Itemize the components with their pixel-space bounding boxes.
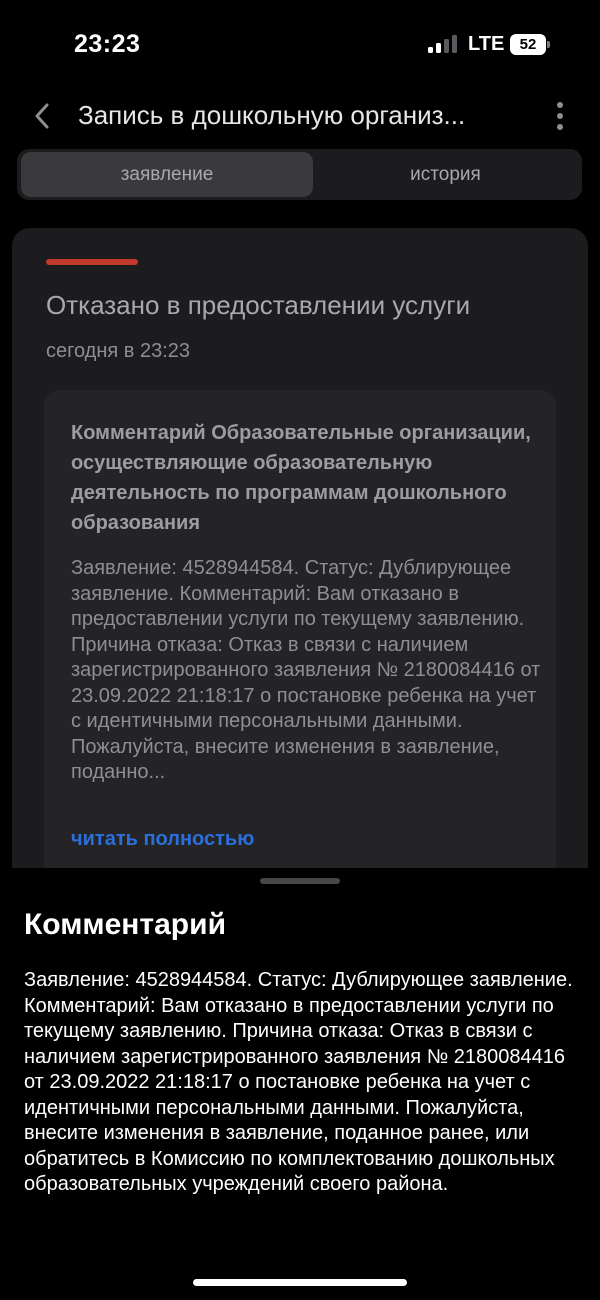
tab-history[interactable]: история bbox=[313, 152, 578, 197]
battery-icon: 52 bbox=[510, 34, 550, 55]
sheet-grabber[interactable] bbox=[260, 878, 340, 884]
home-indicator[interactable] bbox=[193, 1279, 407, 1286]
nav-bar: Запись в дошкольную организ... bbox=[0, 90, 600, 146]
more-vertical-icon bbox=[557, 102, 563, 108]
signal-icon bbox=[428, 35, 458, 53]
comment-preview: Заявление: 4528944584. Статус: Дублирующ… bbox=[71, 557, 541, 783]
page-title: Запись в дошкольную организ... bbox=[78, 100, 466, 130]
chevron-left-icon bbox=[35, 103, 49, 129]
battery-level: 52 bbox=[510, 34, 546, 55]
status-indicator bbox=[46, 259, 138, 265]
read-more-link[interactable]: читать полностью bbox=[71, 828, 254, 851]
tab-bar: заявление история bbox=[17, 149, 582, 200]
comment-heading: Комментарий Образовательные организации,… bbox=[71, 422, 531, 534]
more-button[interactable] bbox=[546, 98, 574, 134]
network-type: LTE bbox=[468, 33, 505, 55]
comment-sheet: Комментарий Заявление: 4528944584. Стату… bbox=[0, 868, 600, 1300]
tab-application[interactable]: заявление bbox=[21, 152, 313, 197]
status-title: Отказано в предоставлении услуги bbox=[46, 290, 471, 320]
sheet-title: Комментарий bbox=[24, 908, 227, 941]
status-date: сегодня в 23:23 bbox=[46, 340, 190, 362]
back-button[interactable] bbox=[24, 98, 60, 134]
sheet-body: Заявление: 4528944584. Статус: Дублирующ… bbox=[24, 969, 573, 1195]
status-time: 23:23 bbox=[74, 30, 141, 58]
status-bar: 23:23 LTE 52 bbox=[0, 0, 600, 90]
